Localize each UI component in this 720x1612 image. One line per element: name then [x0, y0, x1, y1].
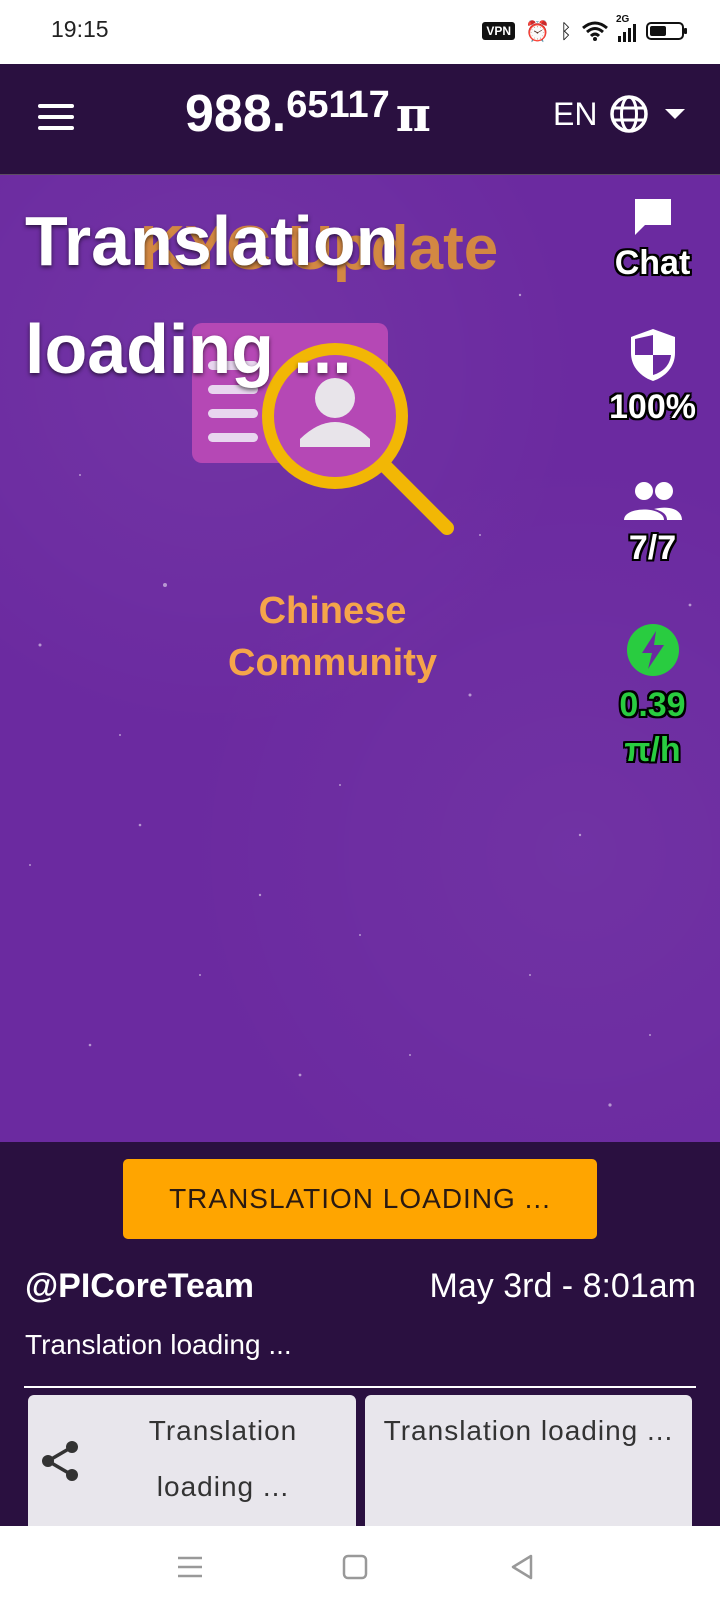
- home-icon[interactable]: [340, 1552, 370, 1582]
- vpn-badge: VPN: [482, 22, 516, 40]
- security-value: 100%: [609, 388, 696, 426]
- wifi-icon: [582, 21, 608, 41]
- chevron-down-icon: [665, 109, 686, 119]
- globe-icon: [610, 95, 649, 133]
- system-nav-bar: [0, 1526, 720, 1612]
- menu-icon[interactable]: [38, 104, 74, 130]
- team-button[interactable]: 7/7: [595, 480, 710, 568]
- status-time: 19:15: [51, 16, 109, 42]
- share-icon: [42, 1441, 78, 1481]
- mining-rate[interactable]: 0.39 π/h: [595, 623, 710, 770]
- language-selector[interactable]: EN: [553, 94, 686, 134]
- battery-icon: [646, 22, 687, 40]
- back-icon[interactable]: [507, 1552, 537, 1582]
- security-circle[interactable]: 100%: [595, 327, 710, 427]
- balance-decimal: 65117: [286, 84, 390, 126]
- chat-icon: [634, 199, 671, 235]
- share-card[interactable]: Translation loading ...: [28, 1395, 356, 1526]
- currency-symbol: π: [395, 87, 431, 143]
- users-icon: [623, 482, 682, 520]
- status-bar: 19:15 VPN ⏰ ᛒ 2G: [0, 0, 720, 64]
- mining-rate-value: 0.39: [619, 686, 686, 724]
- team-count: 7/7: [628, 529, 677, 567]
- balance-display: 988.65117 π: [185, 84, 431, 144]
- shield-icon: [630, 329, 675, 381]
- recent-apps-icon[interactable]: [175, 1552, 205, 1582]
- action-card-label: Translation loading ...: [383, 1415, 674, 1446]
- chat-label: Chat: [614, 244, 691, 282]
- divider: [24, 1386, 696, 1388]
- bolt-icon: [626, 624, 679, 676]
- bluetooth-icon: ᛒ: [560, 19, 572, 43]
- post-text: Translation loading ...: [25, 1329, 292, 1360]
- status-icons: VPN ⏰ ᛒ 2G: [482, 14, 687, 46]
- share-card-label: Translation loading ...: [148, 1415, 298, 1502]
- post-author[interactable]: @PICoreTeam: [25, 1267, 254, 1306]
- language-code: EN: [553, 95, 598, 132]
- post-date: May 3rd - 8:01am: [429, 1267, 696, 1305]
- hero-title: Translation loading ...: [25, 202, 399, 388]
- translation-button[interactable]: TRANSLATION LOADING ...: [123, 1159, 597, 1239]
- chat-button[interactable]: Chat: [595, 195, 710, 283]
- hero-banner: KYC Update Chinese Community Translation…: [0, 175, 720, 1142]
- graphic-caption: Chinese Community: [228, 590, 437, 684]
- alarm-icon: ⏰: [525, 19, 550, 43]
- mining-rate-unit: π/h: [624, 731, 681, 769]
- balance-integer: 988.: [185, 85, 287, 143]
- signal-icon: 2G: [616, 14, 636, 42]
- app-header: 988.65117 π EN: [0, 64, 720, 175]
- action-card[interactable]: Translation loading ...: [365, 1395, 692, 1526]
- network-type: 2G: [616, 14, 630, 25]
- post-panel: TRANSLATION LOADING ... @PICoreTeam May …: [0, 1142, 720, 1526]
